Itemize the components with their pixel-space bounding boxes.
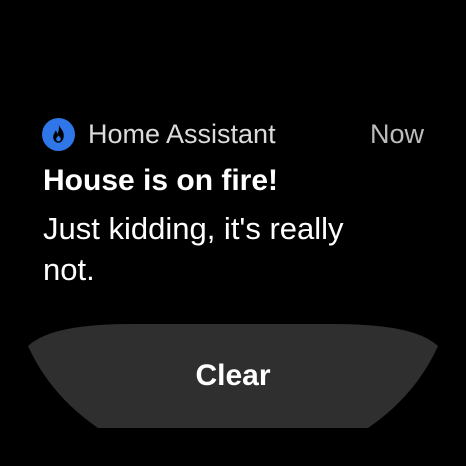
- notification-body: Just kidding, it's really not.: [43, 211, 344, 287]
- app-name: Home Assistant: [88, 119, 276, 149]
- notification-title: House is on fire!: [43, 164, 279, 197]
- notification-time: Now: [369, 119, 424, 149]
- notification-header: Home Assistant Now: [42, 114, 432, 154]
- clear-button[interactable]: Clear: [28, 324, 438, 428]
- clear-button-label: Clear: [195, 359, 271, 392]
- fire-icon: [42, 118, 75, 151]
